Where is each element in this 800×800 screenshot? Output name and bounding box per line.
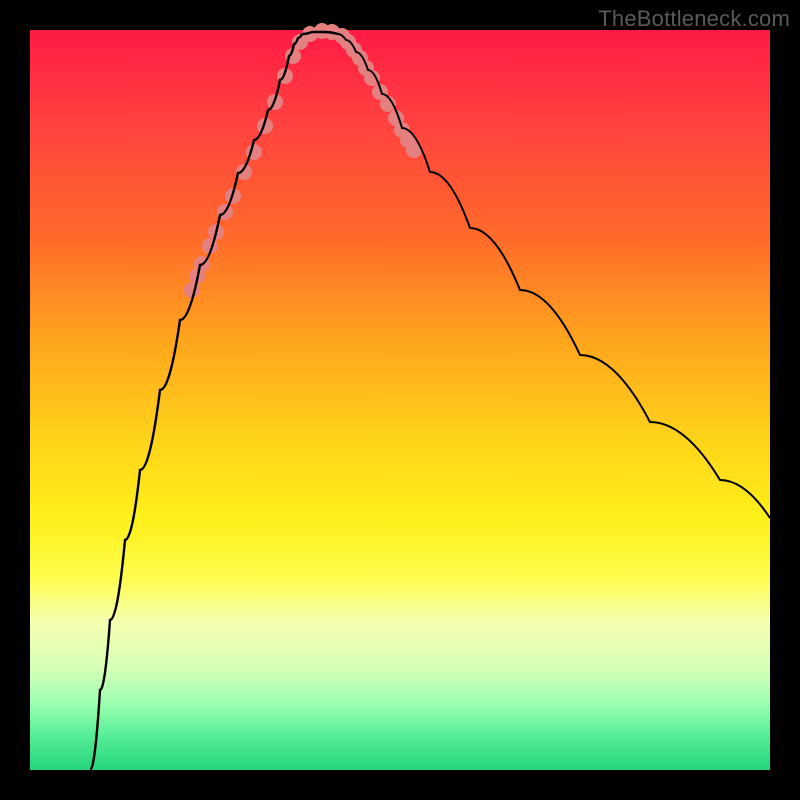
plot-area bbox=[30, 30, 770, 770]
left-curve-path bbox=[90, 34, 302, 770]
curve-svg bbox=[30, 30, 770, 770]
chart-frame: TheBottleneck.com bbox=[0, 0, 800, 800]
marker-layer bbox=[184, 23, 422, 298]
marker-dot bbox=[184, 282, 200, 298]
watermark-text: TheBottleneck.com bbox=[598, 6, 790, 32]
right-curve-path bbox=[338, 34, 770, 518]
